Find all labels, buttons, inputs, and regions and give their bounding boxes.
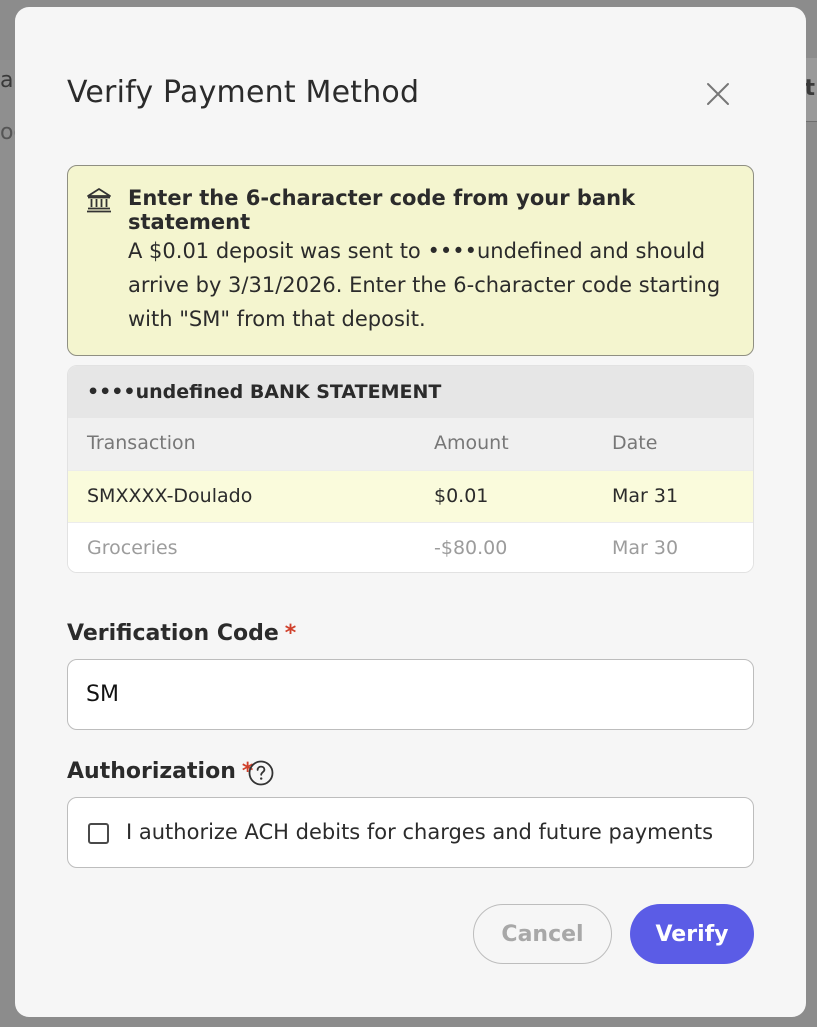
verify-button[interactable]: Verify — [630, 904, 754, 964]
date-cell: Mar 31 — [612, 485, 679, 507]
amount-cell: $0.01 — [434, 485, 489, 507]
background-text: a — [0, 68, 14, 93]
cancel-button[interactable]: Cancel — [473, 904, 612, 964]
bank-statement-table: ••••undefined BANK STATEMENT Transaction… — [67, 365, 754, 573]
help-icon[interactable] — [247, 759, 275, 787]
date-cell: Mar 30 — [612, 537, 679, 559]
notice-heading: Enter the 6-character code from your ban… — [128, 186, 636, 234]
transaction-cell: SMXXXX-Doulado — [87, 485, 253, 507]
verification-code-label-text: Verification Code — [67, 621, 279, 646]
amount-cell: -$80.00 — [434, 537, 508, 559]
close-button[interactable] — [703, 79, 733, 109]
column-header-date: Date — [612, 432, 658, 454]
table-row: SMXXXX-Doulado $0.01 Mar 31 — [68, 470, 753, 522]
close-icon — [707, 83, 729, 105]
verification-code-input[interactable] — [67, 659, 754, 730]
transaction-cell: Groceries — [87, 537, 178, 559]
notice-body: A $0.01 deposit was sent to ••••undefine… — [128, 239, 721, 331]
table-header-row: Transaction Amount Date — [68, 418, 753, 470]
verification-code-label: Verification Code * — [67, 621, 296, 646]
dialog-title: Verify Payment Method — [67, 75, 420, 110]
authorization-label: Authorization * — [67, 759, 253, 784]
authorization-label-text: Authorization — [67, 759, 236, 784]
column-header-transaction: Transaction — [87, 432, 196, 454]
bank-icon — [87, 188, 111, 213]
table-row: Groceries -$80.00 Mar 30 — [68, 522, 753, 572]
required-marker: * — [284, 621, 297, 646]
column-header-amount: Amount — [434, 432, 509, 454]
authorization-checkbox-label[interactable]: I authorize ACH debits for charges and f… — [126, 820, 713, 844]
authorization-option[interactable]: I authorize ACH debits for charges and f… — [67, 797, 754, 868]
statement-title: ••••undefined BANK STATEMENT — [68, 366, 753, 418]
verify-payment-dialog: Verify Payment Method Enter the 6-charac… — [15, 7, 806, 1017]
authorization-checkbox[interactable] — [88, 823, 109, 844]
bank-code-notice: Enter the 6-character code from your ban… — [67, 165, 754, 356]
